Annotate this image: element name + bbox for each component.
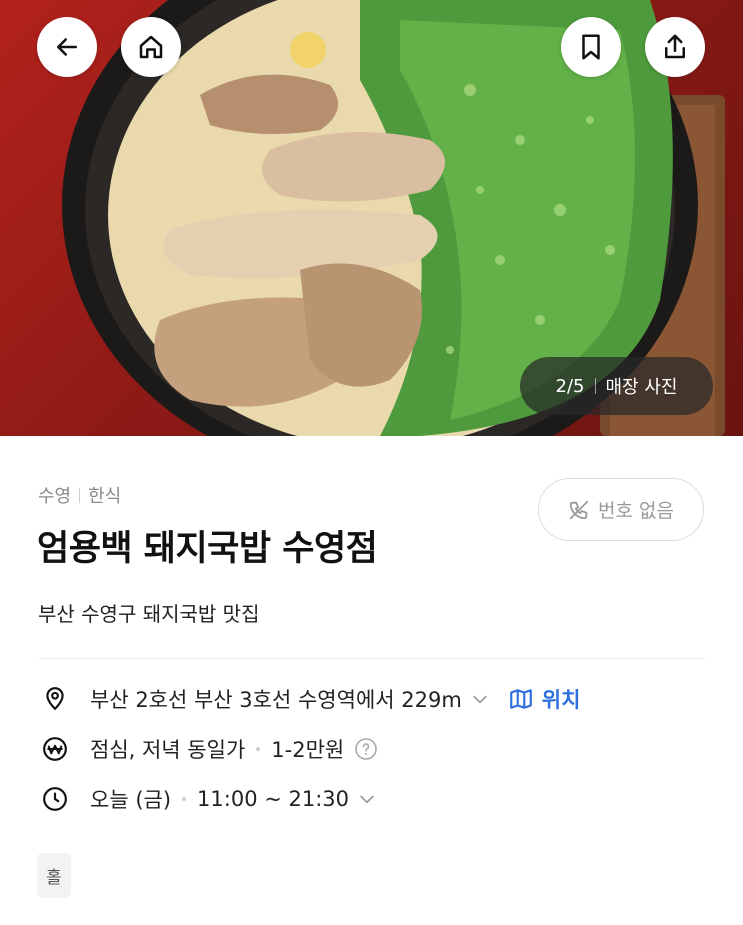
map-link-label: 위치 — [541, 688, 581, 712]
home-icon — [139, 35, 163, 59]
bookmark-button[interactable] — [561, 17, 621, 77]
location-row: 부산 2호선 부산 3호선 수영역에서 229m 위치 — [40, 684, 580, 714]
arrow-left-icon — [57, 38, 77, 56]
counter-divider — [594, 378, 596, 394]
map-icon — [509, 689, 532, 709]
cuisine-label: 한식 — [88, 486, 122, 507]
price-range-text: 1-2만원 — [271, 738, 345, 762]
phone-button[interactable]: 번호 없음 — [538, 478, 704, 541]
bookmark-icon — [582, 34, 600, 60]
photo-counter-label: 매장 사진 — [605, 377, 678, 398]
area-label: 수영 — [38, 486, 72, 507]
chevron-down-icon[interactable] — [470, 689, 490, 709]
category-divider — [79, 487, 81, 503]
back-button[interactable] — [37, 17, 97, 77]
phone-off-icon — [569, 500, 589, 519]
separator-dot — [256, 747, 261, 751]
hours-day-text: 오늘 (금) — [90, 788, 172, 812]
share-button[interactable] — [645, 17, 705, 77]
won-icon — [40, 734, 70, 764]
price-meal-text: 점심, 저녁 동일가 — [90, 738, 246, 762]
map-location-link[interactable]: 위치 — [508, 684, 581, 714]
question-icon[interactable] — [354, 737, 378, 761]
section-divider — [38, 658, 705, 659]
seating-tag: 홀 — [37, 853, 71, 898]
restaurant-name: 엄용백 돼지국밥 수영점 — [37, 529, 378, 569]
category-breadcrumb: 수영 한식 — [38, 482, 121, 508]
phone-button-label: 번호 없음 — [598, 500, 674, 522]
home-button[interactable] — [121, 17, 181, 77]
hours-row: 오늘 (금) 11:00 ~ 21:30 — [40, 784, 377, 814]
location-pin-icon — [40, 684, 70, 714]
restaurant-photo[interactable]: 2/5 매장 사진 — [0, 0, 743, 436]
share-icon — [665, 34, 685, 59]
hours-time-text: 11:00 ~ 21:30 — [197, 787, 350, 811]
chevron-down-icon[interactable] — [357, 789, 377, 809]
separator-dot — [182, 797, 187, 801]
price-row: 점심, 저녁 동일가 1-2만원 — [40, 734, 378, 764]
photo-counter-index: 2/5 — [555, 375, 585, 397]
photo-counter-button[interactable]: 2/5 매장 사진 — [520, 357, 713, 415]
location-text: 부산 2호선 부산 3호선 수영역에서 229m — [90, 688, 462, 712]
restaurant-description: 부산 수영구 돼지국밥 맛집 — [38, 602, 260, 626]
clock-icon — [40, 784, 70, 814]
